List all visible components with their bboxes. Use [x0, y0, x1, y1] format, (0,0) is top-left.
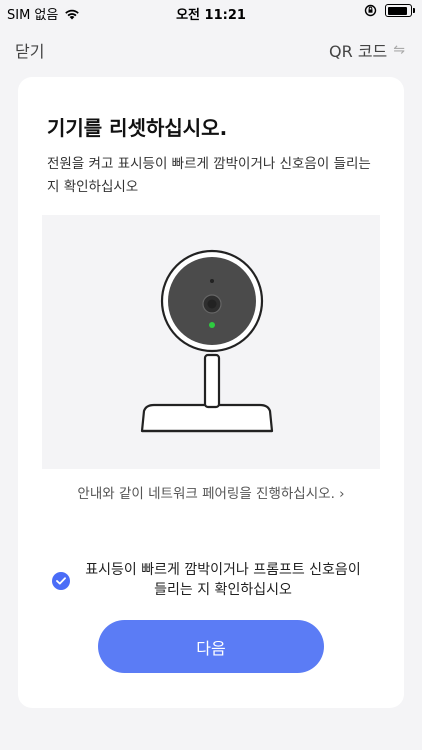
device-illustration	[42, 215, 380, 469]
checkmark-icon	[56, 577, 66, 585]
network-guide-link[interactable]: 안내와 같이 네트워크 페어링을 진행하십시오. ›	[18, 482, 404, 502]
nav-bar: 닫기 QR 코드 ⇋	[0, 34, 422, 64]
description-text: 전원을 켜고 표시등이 빠르게 깜박이거나 신호음이 들리는 지 확인하십시오	[47, 156, 371, 195]
reset-card: 기기를 리셋하십시오. 전원을 켜고 표시등이 빠르게 깜박이거나 신호음이 들…	[18, 77, 404, 708]
next-button[interactable]: 다음	[98, 620, 324, 673]
status-right	[364, 4, 415, 17]
swap-icon: ⇋	[393, 42, 405, 58]
status-time: 오전 11:21	[176, 8, 246, 23]
battery-icon	[385, 4, 415, 17]
orientation-lock-icon	[364, 4, 377, 17]
qr-code-label: QR 코드	[329, 42, 388, 61]
camera-illustration	[140, 249, 274, 433]
confirm-checkbox-row[interactable]: 표시등이 빠르게 깜박이거나 프롬프트 신호음이 들리는 지 확인하십시오	[52, 560, 382, 600]
qr-code-button[interactable]: QR 코드 ⇋	[329, 38, 405, 62]
confirm-text: 표시등이 빠르게 깜박이거나 프롬프트 신호음이 들리는 지 확인하십시오	[85, 562, 361, 598]
confirm-checkbox[interactable]	[52, 572, 70, 590]
page-title: 기기를 리셋하십시오.	[47, 116, 228, 140]
close-button[interactable]: 닫기	[15, 38, 44, 62]
status-bar: SIM 없음 오전 11:21	[0, 0, 422, 26]
